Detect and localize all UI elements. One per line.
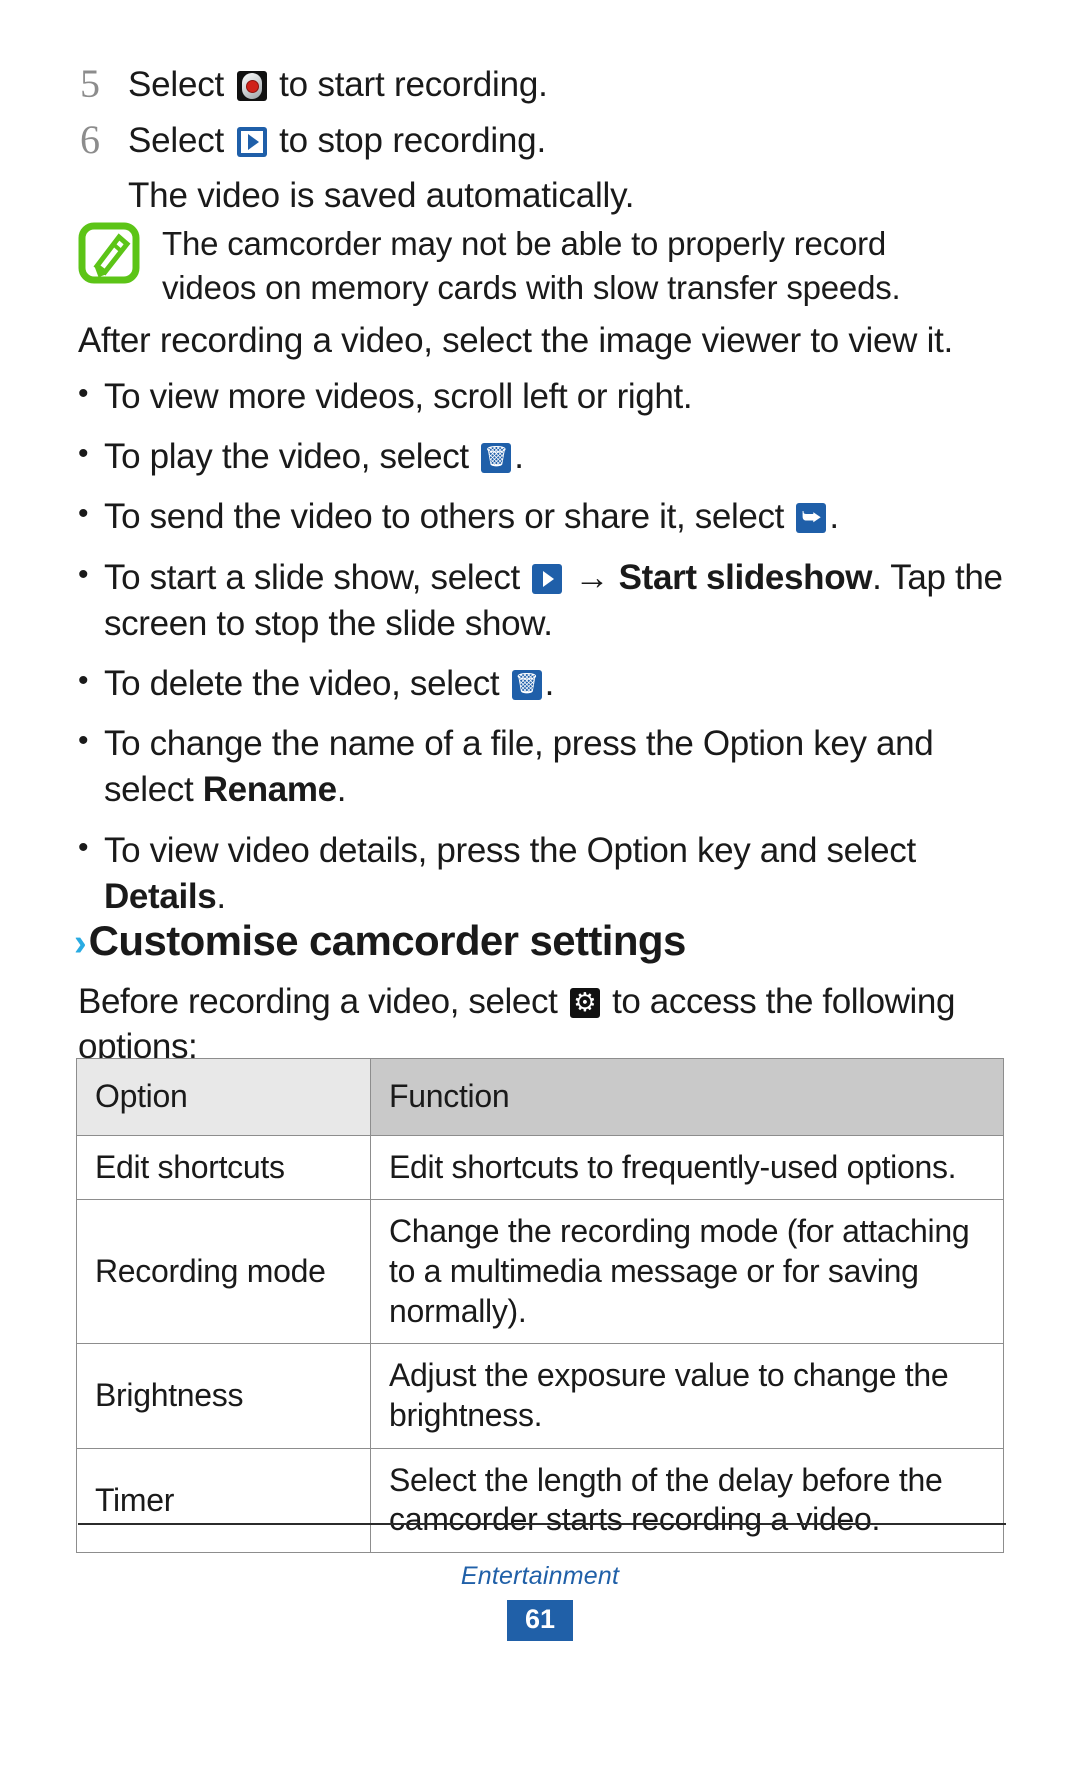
list-item-post: . bbox=[514, 437, 524, 477]
stop-play-icon bbox=[236, 126, 267, 157]
list-item-pre: To view video details, press the Option … bbox=[104, 830, 916, 870]
footer-divider bbox=[78, 1523, 1006, 1525]
table-cell-function: Change the recording mode (for attaching… bbox=[370, 1199, 1004, 1345]
list-item-pre: To send the video to others or share it,… bbox=[104, 497, 794, 537]
list-item-text: To change the name of a file, press the … bbox=[104, 721, 1008, 813]
table-row: Recording mode Change the recording mode… bbox=[76, 1199, 1004, 1345]
step-text: Select to start recording. bbox=[128, 62, 548, 108]
bullet-marker: • bbox=[78, 830, 89, 864]
table-cell-option: Brightness bbox=[76, 1343, 371, 1449]
step-text: Select to stop recording. bbox=[128, 118, 546, 164]
list-item: • To send the video to others or share i… bbox=[78, 494, 1008, 540]
list-item: • To start a slide show, select → Start … bbox=[78, 555, 1008, 647]
bullet-marker: • bbox=[78, 437, 89, 471]
list-item-text: To start a slide show, select → Start sl… bbox=[104, 555, 1008, 647]
page-title: Customise camcorder settings bbox=[88, 917, 687, 964]
step-6-subtext: The video is saved automatically. bbox=[128, 176, 635, 215]
step-number: 5 bbox=[80, 61, 100, 106]
list-item-post: . bbox=[544, 663, 555, 703]
share-icon bbox=[796, 503, 827, 534]
list-item-pre: To delete the video, select bbox=[104, 663, 509, 703]
list-item: • To play the video, select . bbox=[78, 434, 1008, 480]
slideshow-icon bbox=[532, 563, 563, 594]
step-text-post: to stop recording. bbox=[269, 120, 546, 160]
gear-icon bbox=[569, 988, 600, 1019]
table-row: Edit shortcuts Edit shortcuts to frequen… bbox=[76, 1134, 1004, 1201]
chevron-right-icon: › bbox=[74, 922, 86, 964]
numbered-steps: 5 Select to start recording. 6 Select to… bbox=[80, 62, 1000, 219]
section-subtext: Before recording a video, select to acce… bbox=[78, 980, 1008, 1070]
options-table: Option Function Edit shortcuts Edit shor… bbox=[76, 1058, 1004, 1554]
manual-page: 5 Select to start recording. 6 Select to… bbox=[0, 0, 1080, 1771]
list-item-bold: Rename bbox=[202, 770, 337, 810]
list-item: • To change the name of a file, press th… bbox=[78, 721, 1008, 813]
list-item-bold: Details bbox=[104, 876, 217, 916]
step-6: 6 Select to stop recording. bbox=[80, 118, 1000, 164]
list-item: • To delete the video, select . bbox=[78, 661, 1008, 707]
step-5: 5 Select to start recording. bbox=[80, 62, 1000, 108]
step-number: 6 bbox=[80, 116, 100, 162]
page-number-badge: 61 bbox=[507, 1600, 573, 1641]
list-item-tail: . bbox=[216, 876, 226, 916]
section-heading: › Customise camcorder settings bbox=[74, 917, 994, 965]
note-callout: The camcorder may not be able to properl… bbox=[78, 218, 978, 310]
step-text-pre: Select bbox=[128, 120, 234, 160]
table-cell-option: Timer bbox=[76, 1447, 371, 1554]
bullet-marker: • bbox=[78, 557, 89, 591]
list-item-text: To view video details, press the Option … bbox=[104, 828, 1008, 920]
bullet-marker: • bbox=[78, 497, 89, 531]
table-row: Timer Select the length of the delay bef… bbox=[76, 1447, 1004, 1554]
note-text: The camcorder may not be able to properl… bbox=[162, 225, 901, 306]
bullet-list: • To view more videos, scroll left or ri… bbox=[78, 360, 1008, 920]
table-cell-option: Edit shortcuts bbox=[76, 1134, 371, 1201]
list-item-text: To send the video to others or share it,… bbox=[104, 494, 839, 540]
list-item-post: . bbox=[829, 497, 839, 537]
record-icon bbox=[236, 71, 267, 101]
list-item-pre: To start a slide show, select bbox=[104, 557, 530, 597]
table-header-row: Option Function bbox=[76, 1058, 1004, 1136]
table-cell-function: Edit shortcuts to frequently-used option… bbox=[370, 1134, 1004, 1201]
footer-chapter: Entertainment bbox=[460, 1562, 620, 1590]
play-video-icon bbox=[481, 442, 512, 474]
list-item-bold: Start slideshow bbox=[618, 557, 873, 597]
list-item-pre: To play the video, select bbox=[104, 437, 479, 477]
list-item-text: To view more videos, scroll left or righ… bbox=[104, 374, 693, 420]
step-text-pre: Select bbox=[128, 65, 234, 104]
list-item-text: To delete the video, select . bbox=[104, 661, 554, 707]
table-cell-function: Adjust the exposure value to change the … bbox=[370, 1343, 1004, 1449]
list-item-pre: To view more videos, scroll left or righ… bbox=[104, 377, 693, 416]
note-pencil-icon bbox=[78, 222, 140, 284]
bullet-marker: • bbox=[78, 377, 89, 410]
step-text-post: to start recording. bbox=[269, 65, 548, 104]
section-subtext-pre: Before recording a video, select bbox=[78, 982, 567, 1021]
table-header-function: Function bbox=[370, 1058, 1004, 1136]
list-item-post: → bbox=[565, 557, 619, 597]
list-item: • To view video details, press the Optio… bbox=[78, 828, 1008, 920]
intro-paragraph: After recording a video, select the imag… bbox=[78, 321, 953, 360]
footer-page-number: 61 bbox=[0, 1600, 1080, 1641]
delete-icon bbox=[511, 669, 542, 700]
list-item: • To view more videos, scroll left or ri… bbox=[78, 374, 1008, 420]
list-item-tail: . bbox=[336, 770, 347, 810]
table-row: Brightness Adjust the exposure value to … bbox=[76, 1343, 1004, 1449]
table-cell-option: Recording mode bbox=[76, 1199, 371, 1345]
table-header-option: Option bbox=[76, 1058, 371, 1136]
bullet-marker: • bbox=[78, 663, 89, 697]
list-item-text: To play the video, select . bbox=[104, 434, 524, 480]
table-cell-function: Select the length of the delay before th… bbox=[370, 1447, 1004, 1554]
bullet-marker: • bbox=[78, 724, 89, 758]
